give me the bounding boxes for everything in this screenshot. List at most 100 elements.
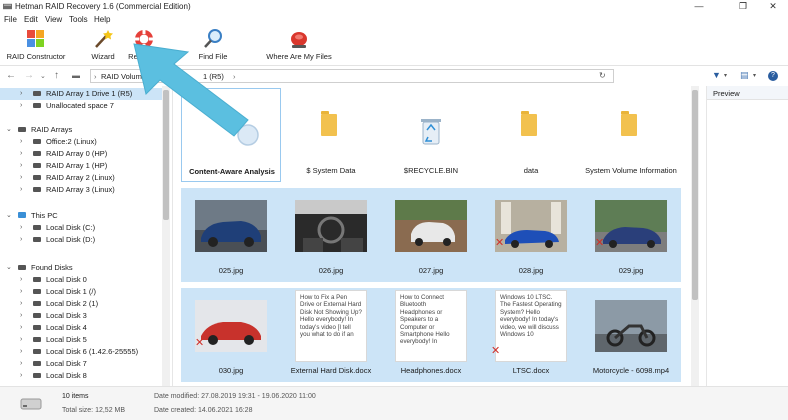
expand-chevron-icon[interactable]: › <box>20 286 22 298</box>
content-scrollbar[interactable] <box>691 86 699 386</box>
tree-item-found-disk[interactable]: › Local Disk 0 <box>0 274 162 286</box>
expand-chevron-icon[interactable]: › <box>20 172 22 184</box>
tree-group-label: Found Disks <box>31 263 73 272</box>
item-folder[interactable]: data <box>481 88 581 182</box>
expand-chevron-icon[interactable]: › <box>20 160 22 172</box>
folder-icon <box>321 111 337 136</box>
find-file-button[interactable]: Find File <box>196 28 230 61</box>
tree-item-found-disk[interactable]: › Local Disk 1 (/) <box>0 286 162 298</box>
item-image[interactable]: 025.jpg <box>181 188 281 282</box>
computer-icon <box>18 212 26 218</box>
tree-item-found-disk[interactable]: › Local Disk 8 <box>0 370 162 382</box>
tree-scrollbar-thumb[interactable] <box>163 90 169 220</box>
tree-item-array[interactable]: › RAID Array 0 (HP) <box>0 148 162 160</box>
tree-item-unallocated[interactable]: › Unallocated space 7 <box>0 100 162 112</box>
tree-scrollbar[interactable] <box>162 86 170 386</box>
help-icon[interactable]: ? <box>768 71 778 81</box>
menu-help[interactable]: Help <box>94 15 110 24</box>
collapse-chevron-icon[interactable]: ⌄ <box>6 210 12 222</box>
tree-item-array[interactable]: › RAID Array 2 (Linux) <box>0 172 162 184</box>
item-folder[interactable]: System Volume Information <box>581 88 681 182</box>
breadcrumb-raid-volumes[interactable]: RAID Volumes <box>101 72 150 81</box>
tree-item-found-disk[interactable]: › Local Disk 2 (1) <box>0 298 162 310</box>
back-arrow-icon[interactable]: ← <box>6 70 16 81</box>
tree-group-raid-arrays[interactable]: ⌄ RAID Arrays <box>0 124 162 136</box>
expand-chevron-icon[interactable]: › <box>20 88 22 100</box>
path-field[interactable]: › RAID Volumes 1 (R5) › ↻ <box>90 69 614 83</box>
puzzle-icon <box>27 30 44 47</box>
menu-tools[interactable]: Tools <box>69 15 88 24</box>
expand-chevron-icon[interactable]: › <box>20 334 22 346</box>
tree-group-this-pc[interactable]: ⌄ This PC <box>0 210 162 222</box>
up-arrow-icon[interactable]: ↑ <box>54 70 59 81</box>
breadcrumb-drive[interactable]: 1 (R5) <box>203 72 224 81</box>
menu-file[interactable]: File <box>4 15 17 24</box>
item-image[interactable]: 026.jpg <box>281 188 381 282</box>
item-image[interactable]: ✕ 028.jpg <box>481 188 581 282</box>
close-button[interactable]: ✕ <box>758 0 788 14</box>
tree-item-found-disk[interactable]: › Local Disk 5 <box>0 334 162 346</box>
drive-icon <box>33 163 41 168</box>
item-content-aware-analysis[interactable]: Content-Aware Analysis <box>181 88 281 182</box>
tree-item-disk[interactable]: › Local Disk (C:) <box>0 222 162 234</box>
history-chevron-icon[interactable]: ⌄ <box>40 72 46 80</box>
tree-item-found-disk[interactable]: › Local Disk 6 (1.42.6-25555) <box>0 346 162 358</box>
menu-view[interactable]: View <box>45 15 62 24</box>
tree-item-found-disk[interactable]: › Local Disk 4 <box>0 322 162 334</box>
expand-chevron-icon[interactable]: › <box>20 310 22 322</box>
expand-chevron-icon[interactable]: › <box>20 148 22 160</box>
expand-chevron-icon[interactable]: › <box>20 234 22 246</box>
tree-group-found-disks[interactable]: ⌄ Found Disks <box>0 262 162 274</box>
expand-chevron-icon[interactable]: › <box>20 274 22 286</box>
drive-icon <box>33 325 41 330</box>
tree-item-label: Local Disk 5 <box>46 335 87 344</box>
expand-chevron-icon[interactable]: › <box>20 222 22 234</box>
expand-chevron-icon[interactable]: › <box>20 358 22 370</box>
item-document[interactable]: How to Fix a Pen Drive or External Hard … <box>281 288 381 382</box>
item-folder[interactable]: $ System Data <box>281 88 381 182</box>
expand-chevron-icon[interactable]: › <box>20 322 22 334</box>
refresh-icon[interactable]: ↻ <box>599 71 606 80</box>
tree-item-disk[interactable]: › Local Disk (D:) <box>0 234 162 246</box>
expand-chevron-icon[interactable]: › <box>20 136 22 148</box>
collapse-chevron-icon[interactable]: ⌄ <box>6 124 12 136</box>
tree-item-found-disk[interactable]: › Local Disk 7 <box>0 358 162 370</box>
tree-item-label: Local Disk 2 (1) <box>46 299 99 308</box>
filter-dropdown-icon[interactable]: ▾ <box>724 72 727 79</box>
expand-chevron-icon[interactable]: › <box>20 370 22 382</box>
tree-item-array[interactable]: › RAID Array 1 (HP) <box>0 160 162 172</box>
minimize-button[interactable]: — <box>684 0 714 14</box>
item-name: 028.jpg <box>518 266 544 275</box>
menu-edit[interactable]: Edit <box>24 15 38 24</box>
filter-icon[interactable]: ▼ <box>712 70 721 80</box>
view-dropdown-icon[interactable]: ▾ <box>753 72 756 79</box>
tree-item-array[interactable]: › Office:2 (Linux) <box>0 136 162 148</box>
item-image[interactable]: ✕ 029.jpg <box>581 188 681 282</box>
view-mode-icon[interactable]: ▤ <box>740 70 749 81</box>
item-image[interactable]: ✕ 030.jpg <box>181 288 281 382</box>
item-name: 025.jpg <box>218 266 244 275</box>
expand-chevron-icon[interactable]: › <box>20 100 22 112</box>
expand-chevron-icon[interactable]: › <box>20 346 22 358</box>
wizard-button[interactable]: Wizard <box>88 28 118 61</box>
forward-arrow-icon[interactable]: → <box>24 70 34 81</box>
title-bar: Hetman RAID Recovery 1.6 (Commercial Edi… <box>0 0 788 14</box>
collapse-chevron-icon[interactable]: ⌄ <box>6 262 12 274</box>
item-recycle-bin[interactable]: $RECYCLE.BIN <box>381 88 481 182</box>
where-are-my-files-button[interactable]: Where Are My Files <box>266 28 332 61</box>
expand-chevron-icon[interactable]: › <box>20 298 22 310</box>
expand-chevron-icon[interactable]: › <box>20 184 22 196</box>
tree-item-array[interactable]: › RAID Array 3 (Linux) <box>0 184 162 196</box>
tree-item-raid-drive[interactable]: › RAID Array 1 Drive 1 (R5) <box>0 88 162 100</box>
recovery-button[interactable]: Recovery <box>126 28 162 61</box>
maximize-button[interactable]: ❐ <box>728 0 758 14</box>
content-scrollbar-thumb[interactable] <box>692 90 698 300</box>
raid-constructor-button[interactable]: RAID Constructor <box>6 28 66 61</box>
document-preview: Windows 10 LTSC. The Fastest Operating S… <box>495 290 567 362</box>
item-image[interactable]: 027.jpg <box>381 188 481 282</box>
item-name: 027.jpg <box>418 266 444 275</box>
tree-item-found-disk[interactable]: › Local Disk 3 <box>0 310 162 322</box>
item-video[interactable]: Motorcycle - 6098.mp4 <box>581 288 681 382</box>
item-document[interactable]: Windows 10 LTSC. The Fastest Operating S… <box>481 288 581 382</box>
item-document[interactable]: How to Connect Bluetooth Headphones or S… <box>381 288 481 382</box>
